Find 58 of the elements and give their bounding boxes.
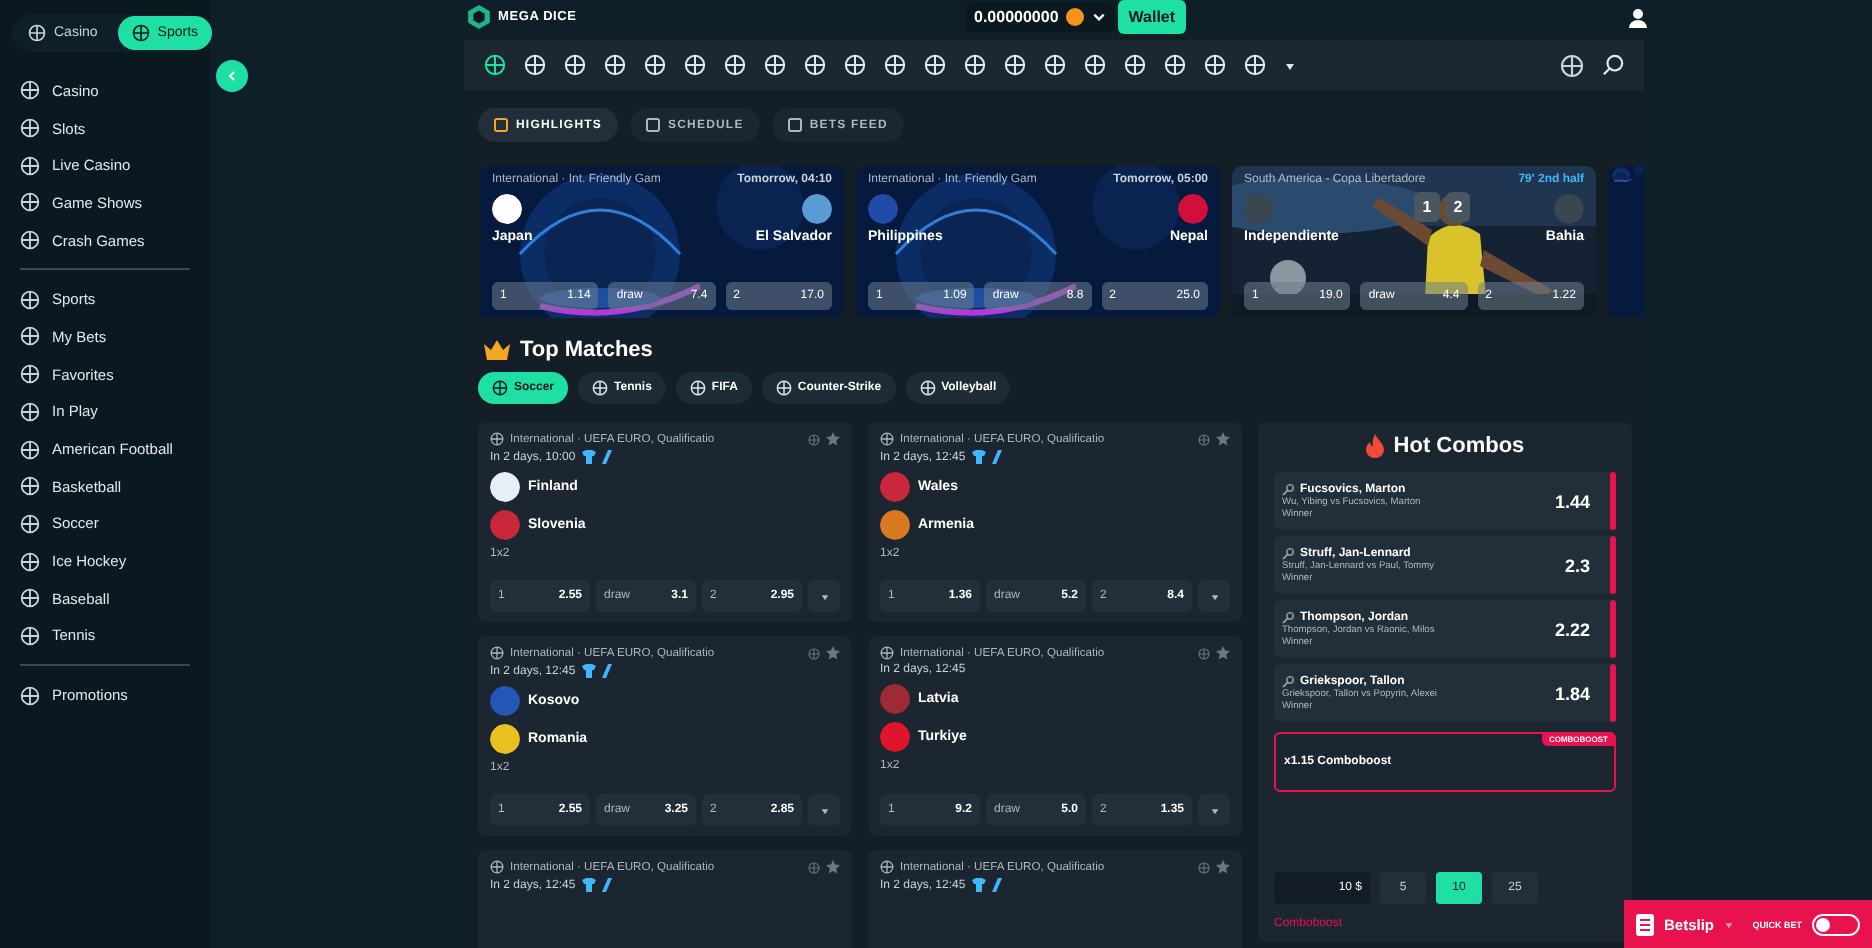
jersey-icons xyxy=(581,664,614,678)
caret-down-icon xyxy=(819,805,829,815)
balance-amount: 0.00000000 xyxy=(974,8,1059,26)
ball-icon xyxy=(1084,54,1106,76)
ball-icon xyxy=(1004,54,1026,76)
sport-nav-button[interactable] xyxy=(764,54,786,76)
ball-icon xyxy=(764,54,786,76)
jersey-icons xyxy=(971,878,1004,892)
ball-icon xyxy=(884,54,906,76)
ball-icon xyxy=(20,513,40,534)
crown-icon xyxy=(484,340,510,360)
score: 1 xyxy=(1414,192,1440,222)
sport-nav-button[interactable] xyxy=(684,54,706,76)
ball-icon xyxy=(592,380,609,396)
caret-down-icon xyxy=(1209,591,1219,601)
panel-title: Hot Combos xyxy=(1393,434,1525,458)
ball-icon xyxy=(20,588,40,609)
ball-icon xyxy=(880,432,894,446)
ball-icon xyxy=(684,54,706,76)
flame-icon xyxy=(1365,434,1384,458)
ball-icon xyxy=(131,24,150,42)
wallet-button[interactable]: Wallet xyxy=(1118,0,1186,34)
caret-down-icon[interactable] xyxy=(1284,59,1296,71)
coin-icon xyxy=(1066,8,1085,26)
jersey-icons xyxy=(581,878,614,892)
caret-down-icon xyxy=(1209,805,1219,815)
receipt-icon xyxy=(1636,913,1654,935)
ball-icon xyxy=(775,380,792,396)
ball-icon xyxy=(490,860,504,874)
chevron-down-icon[interactable] xyxy=(1092,10,1107,24)
tab-icon xyxy=(787,118,802,132)
ball-icon xyxy=(919,380,936,396)
search-icon xyxy=(1602,54,1624,76)
ball-icon xyxy=(880,646,894,660)
caret-down-icon xyxy=(819,591,829,601)
search-button[interactable] xyxy=(1602,54,1624,76)
ball-icon xyxy=(604,54,626,76)
caret-down-icon xyxy=(1724,919,1735,929)
ball-icon xyxy=(490,432,504,446)
ball-icon xyxy=(492,380,508,396)
sport-nav-button[interactable] xyxy=(884,54,906,76)
ball-icon xyxy=(880,860,894,874)
sport-nav-button[interactable] xyxy=(604,54,626,76)
sport-nav-button[interactable] xyxy=(1004,54,1026,76)
ball-icon xyxy=(490,646,504,660)
collapse-button[interactable] xyxy=(216,60,248,92)
user-icon[interactable] xyxy=(1628,7,1648,27)
chevron-left-icon xyxy=(226,70,238,82)
tab-icon xyxy=(494,118,508,132)
jersey-icons xyxy=(581,450,614,464)
section-title: Top Matches xyxy=(520,338,653,362)
sport-nav-button[interactable] xyxy=(1084,54,1106,76)
ball-icon xyxy=(689,380,706,396)
quick-bet-toggle[interactable] xyxy=(1812,913,1860,935)
ball-icon xyxy=(20,289,40,310)
tab-icon xyxy=(646,118,660,132)
ball-icon xyxy=(20,476,40,497)
jersey-icons xyxy=(971,450,1004,464)
